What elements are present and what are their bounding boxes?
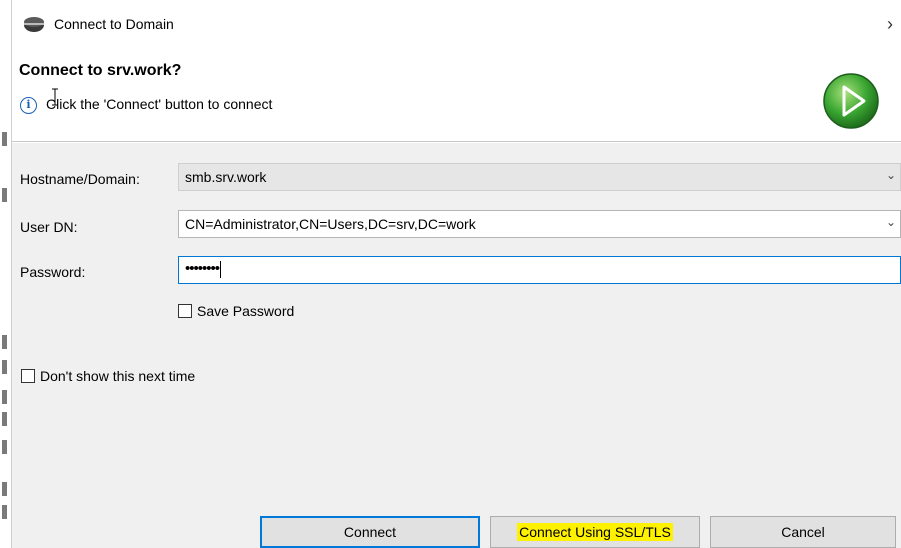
dont-show-label: Don't show this next time (40, 368, 196, 384)
dont-show-checkbox[interactable] (21, 369, 35, 383)
user-dn-label: User DN: (20, 219, 78, 235)
user-dn-combo[interactable]: CN=Administrator,CN=Users,DC=srv,DC=work… (178, 210, 901, 238)
app-logo-icon (24, 17, 44, 32)
edge-mark (2, 390, 7, 404)
dont-show-option[interactable]: Don't show this next time (21, 368, 195, 384)
connect-button[interactable]: Connect (260, 516, 480, 548)
banner-message: Click the 'Connect' button to connect (46, 96, 273, 112)
password-masked-value: •••••••• (185, 260, 222, 278)
connect-ssl-label: Connect Using SSL/TLS (517, 523, 673, 541)
edge-mark (2, 412, 7, 426)
connection-form: Hostname/Domain: smb.srv.work ⌄ User DN:… (12, 143, 901, 548)
save-password-checkbox[interactable] (178, 304, 192, 318)
save-password-option[interactable]: Save Password (178, 303, 294, 319)
hostname-value: smb.srv.work (185, 169, 267, 185)
edge-mark (2, 482, 7, 496)
edge-mark (2, 360, 7, 374)
window-title: Connect to Domain (54, 16, 174, 32)
close-icon[interactable]: › (887, 13, 901, 35)
connect-ssl-button[interactable]: Connect Using SSL/TLS (490, 516, 700, 548)
edge-mark (2, 335, 7, 349)
cancel-button[interactable]: Cancel (710, 516, 896, 548)
edge-mark (2, 440, 7, 454)
edge-mark (2, 188, 7, 202)
info-icon: i (20, 97, 37, 114)
banner-title: Connect to srv.work? (19, 62, 182, 79)
green-play-circle-icon (823, 73, 879, 129)
chevron-down-icon[interactable]: ⌄ (886, 168, 896, 182)
password-label: Password: (20, 264, 86, 280)
edge-mark (2, 505, 7, 519)
hostname-combo[interactable]: smb.srv.work ⌄ (178, 163, 901, 191)
password-input[interactable]: •••••••• (178, 256, 901, 284)
left-window-edge (0, 0, 12, 548)
edge-mark (2, 132, 7, 146)
hostname-label: Hostname/Domain: (20, 171, 140, 187)
chevron-down-icon[interactable]: ⌄ (886, 215, 896, 229)
title-bar: Connect to Domain › (12, 0, 901, 50)
header-banner: Connect to srv.work? i Click the 'Connec… (12, 50, 901, 142)
save-password-label: Save Password (197, 303, 295, 319)
user-dn-value: CN=Administrator,CN=Users,DC=srv,DC=work (185, 216, 476, 232)
